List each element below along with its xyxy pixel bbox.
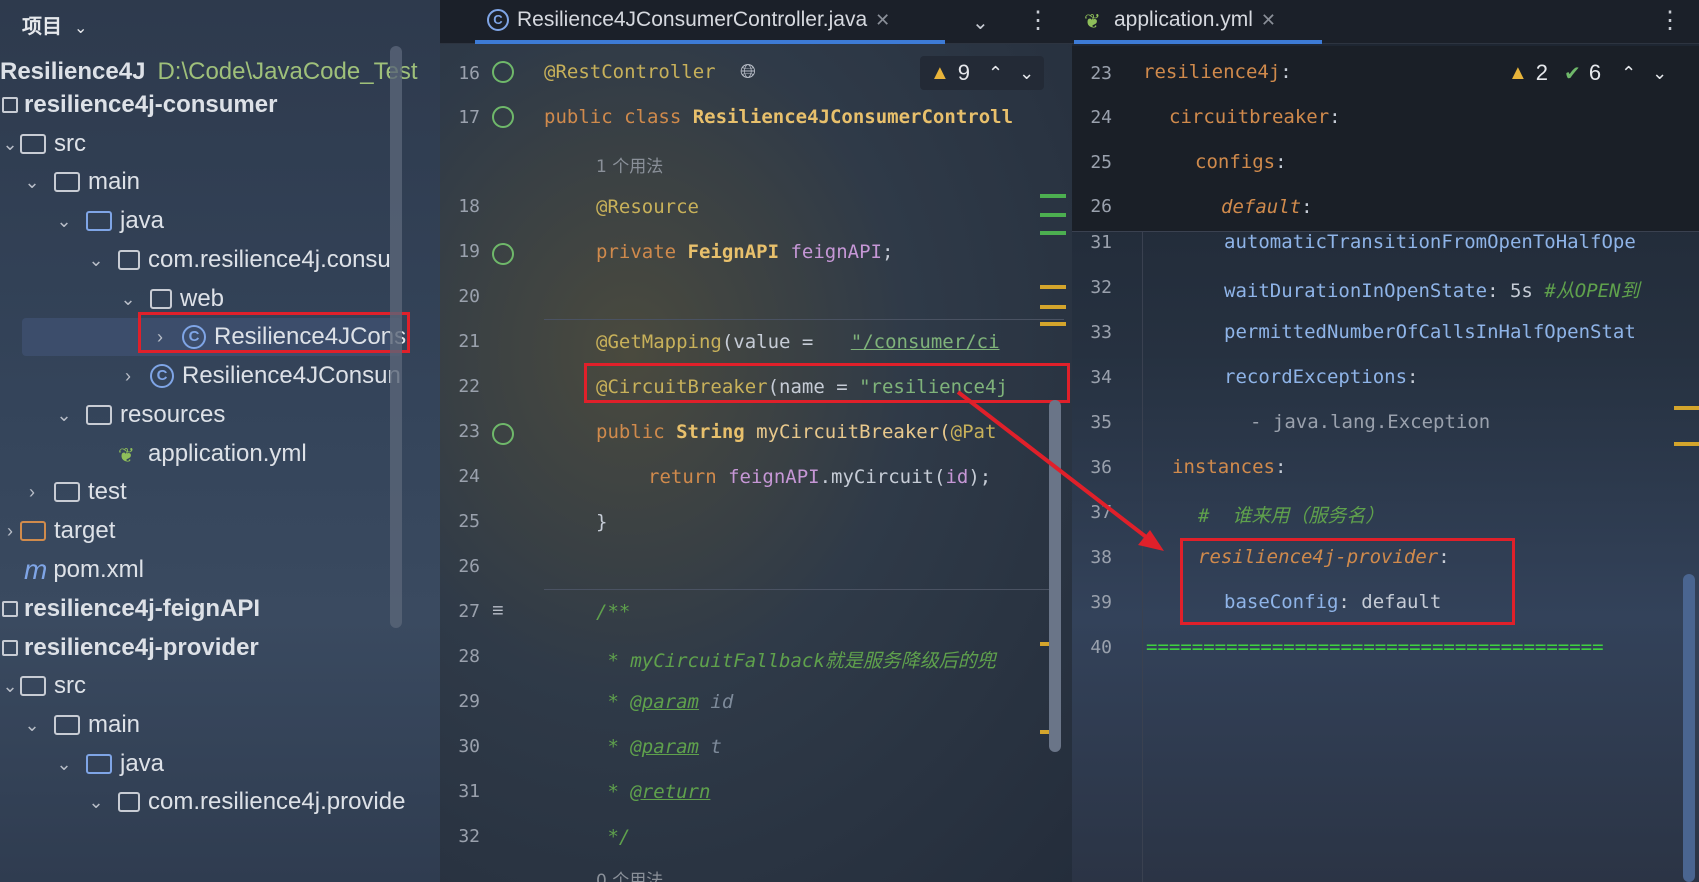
annotation-arrow	[956, 390, 1164, 551]
